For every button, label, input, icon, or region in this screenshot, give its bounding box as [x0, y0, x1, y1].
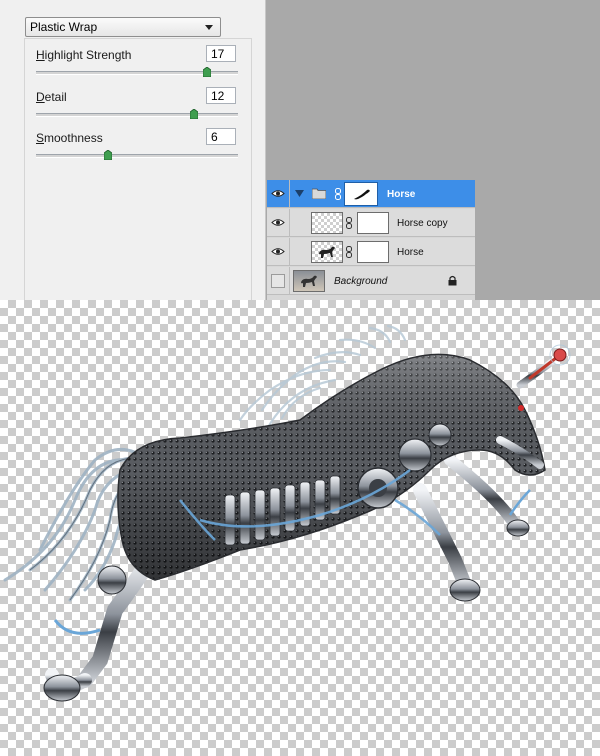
layers-panel: Horse Horse copy Horse Background: [267, 180, 475, 300]
detail-input[interactable]: 12: [206, 87, 236, 104]
chain-link-icon: [346, 246, 352, 258]
layer-name: Horse copy: [397, 218, 448, 229]
highlight-strength-label: Highlight Strength: [36, 48, 132, 62]
chain-link-icon: [346, 217, 352, 229]
smoothness-label: Smoothness: [36, 131, 103, 145]
disclosure-triangle-icon[interactable]: [295, 190, 304, 198]
filter-params-group: Highlight Strength 17 Detail 12 Smoothne…: [24, 38, 252, 301]
visibility-toggle[interactable]: [267, 267, 290, 294]
highlight-strength-input[interactable]: 17: [206, 45, 236, 62]
detail-label: Detail: [36, 90, 67, 104]
eye-icon: [271, 190, 285, 197]
visibility-toggle[interactable]: [267, 238, 290, 265]
horse-silhouette-icon: [319, 246, 335, 258]
layer-horse[interactable]: Horse: [267, 238, 475, 266]
visibility-toggle[interactable]: [267, 209, 290, 236]
detail-slider-handle[interactable]: [190, 109, 198, 119]
layer-mask-thumbnail[interactable]: [344, 182, 378, 206]
smoothness-input[interactable]: 6: [206, 128, 236, 145]
eye-icon: [271, 248, 285, 255]
layer-horse-copy[interactable]: Horse copy: [267, 209, 475, 237]
visibility-toggle[interactable]: [267, 180, 290, 207]
layer-mask-thumbnail[interactable]: [357, 241, 389, 263]
layer-thumbnail: [293, 270, 325, 292]
detail-slider[interactable]: [36, 113, 238, 117]
folder-icon: [312, 188, 326, 199]
dropdown-arrow-icon: [205, 25, 213, 30]
hidden-eye-box: [271, 274, 285, 288]
layer-name: Horse: [387, 189, 416, 200]
document-canvas[interactable]: [0, 300, 600, 756]
layer-name: Horse: [397, 247, 424, 258]
chain-link-icon: [335, 188, 341, 200]
filter-select[interactable]: Plastic Wrap: [25, 17, 221, 37]
layer-background[interactable]: Background: [267, 267, 475, 295]
lock-icon: [448, 275, 457, 286]
layer-thumbnail: [311, 241, 343, 263]
robotic-horse-image: [3, 324, 571, 702]
eye-icon: [271, 219, 285, 226]
layer-mask-thumbnail[interactable]: [357, 212, 389, 234]
filter-select-value: Plastic Wrap: [30, 20, 98, 34]
highlight-strength-slider-handle[interactable]: [203, 67, 211, 77]
horse-silhouette-icon: [301, 275, 317, 287]
layer-name: Background: [334, 276, 388, 287]
layer-group-horse[interactable]: Horse: [267, 180, 475, 208]
layer-thumbnail: [311, 212, 343, 234]
smoothness-slider[interactable]: [36, 154, 238, 158]
horse-silhouette-icon: [354, 189, 370, 200]
smoothness-slider-handle[interactable]: [104, 150, 112, 160]
filter-options-panel: Plastic Wrap Highlight Strength 17 Detai…: [0, 0, 266, 301]
